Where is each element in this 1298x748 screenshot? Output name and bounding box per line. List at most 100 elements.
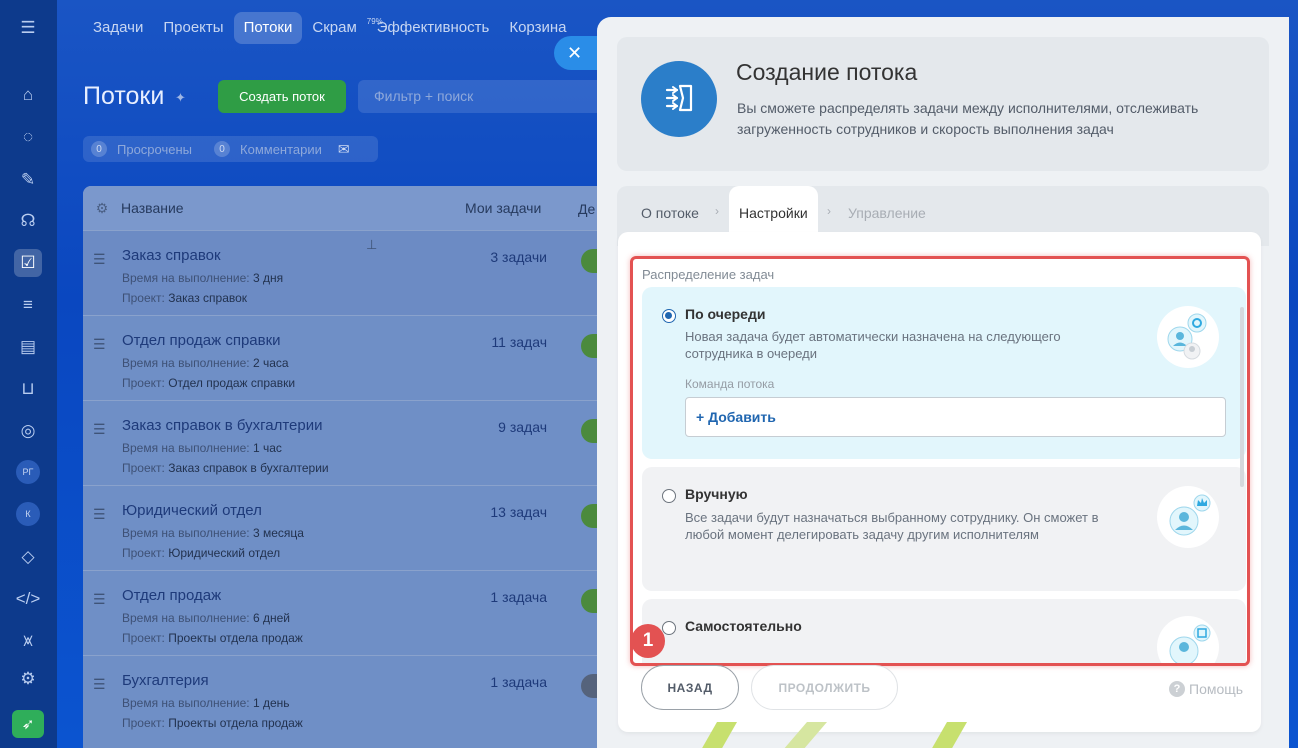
flow-project: Проект: Заказ справок [122, 291, 248, 305]
table-row[interactable]: ☰ ⊥ Заказ справок Время на выполнение: 3… [83, 230, 603, 315]
tab-scrum[interactable]: Скрам [302, 12, 366, 44]
tab-settings[interactable]: Настройки [729, 186, 818, 234]
robot-icon[interactable]: ☊ [14, 207, 42, 235]
close-icon: ✕ [567, 42, 583, 63]
rocket-icon[interactable]: ➶ [12, 710, 44, 738]
tab-tasks[interactable]: Задачи [83, 12, 153, 44]
back-button[interactable]: НАЗАД [641, 665, 739, 710]
drag-handle-icon[interactable]: ☰ [93, 251, 106, 268]
create-flow-button[interactable]: Создать поток [218, 80, 346, 113]
table-row[interactable]: ☰ Отдел продаж справки Время на выполнен… [83, 315, 603, 400]
tab-efficiency[interactable]: 79% Эффективность [367, 12, 500, 44]
flow-time: Время на выполнение: 1 час [122, 441, 282, 455]
table-row[interactable]: ☰ Юридический отдел Время на выполнение:… [83, 485, 603, 570]
flow-name[interactable]: Бухгалтерия [122, 672, 209, 689]
annotation-badge: 1 [631, 624, 665, 658]
flow-name[interactable]: Юридический отдел [122, 502, 262, 519]
radio-manual[interactable] [662, 489, 676, 503]
avatar-k[interactable]: К [16, 502, 40, 526]
option-queue[interactable]: По очереди Новая задача будет автоматиче… [642, 287, 1246, 459]
queue-illustration-icon [1157, 306, 1219, 368]
tab-label: Скрам [312, 19, 357, 36]
option-manual[interactable]: Вручную Все задачи будут назначаться выб… [642, 467, 1246, 591]
overdue-count: 0 [91, 141, 107, 157]
help-link[interactable]: ? Помощь [1169, 681, 1243, 697]
drag-handle-icon[interactable]: ☰ [93, 676, 106, 693]
grid-settings-icon[interactable]: ⚙ [83, 200, 121, 217]
flow-time: Время на выполнение: 1 день [122, 696, 290, 710]
flow-tasks-count[interactable]: 9 задач [498, 419, 547, 435]
comments-label[interactable]: Комментарии [240, 142, 322, 157]
tab-label: Проекты [163, 19, 224, 36]
column-name[interactable]: Название [121, 200, 465, 216]
pencil-icon[interactable]: ✎ [14, 166, 42, 194]
table-row[interactable]: ☰ Заказ справок в бухгалтерии Время на в… [83, 400, 603, 485]
pin-icon[interactable]: ✦ [175, 90, 186, 106]
settings-icon[interactable]: ⚙ [14, 665, 42, 693]
option-self[interactable]: Самостоятельно [642, 599, 1246, 663]
continue-button[interactable]: ПРОДОЛЖИТЬ [751, 665, 898, 710]
scrollbar-thumb[interactable] [1240, 307, 1244, 487]
flows-grid: ⚙ Название Мои задачи ☰ ⊥ Заказ справок … [83, 186, 603, 748]
flow-tasks-count[interactable]: 13 задач [490, 504, 547, 520]
tab-flows[interactable]: Потоки [233, 12, 303, 44]
funnel-icon[interactable]: ≡ [14, 291, 42, 319]
drag-handle-icon[interactable]: ☰ [93, 506, 106, 523]
tab-management[interactable]: Управление [848, 186, 926, 234]
help-label: Помощь [1189, 681, 1244, 697]
slider-title: Создание потока [736, 59, 918, 85]
top-tabs: Задачи Проекты Потоки Скрам 79% Эффективн… [83, 12, 576, 44]
annotation-frame: Распределение задач По очереди Новая зад… [630, 256, 1250, 666]
manual-illustration-icon [1157, 486, 1219, 548]
drag-handle-icon[interactable]: ☰ [93, 336, 106, 353]
table-row[interactable]: ☰ Отдел продаж Время на выполнение: 6 дн… [83, 570, 603, 655]
home-icon[interactable]: ⌂ [14, 81, 42, 109]
filter-search-input[interactable]: Фильтр + поиск [358, 80, 618, 113]
chat-bubble-icon[interactable]: ◌ [14, 123, 42, 151]
market-icon[interactable]: ⩙ [14, 627, 42, 655]
chevron-right-icon: › [715, 204, 719, 218]
flow-tasks-count[interactable]: 11 задач [491, 334, 547, 350]
column-deadline[interactable]: Де [578, 201, 595, 217]
tab-projects[interactable]: Проекты [153, 12, 233, 44]
option-title: По очереди [685, 306, 766, 322]
radio-queue[interactable] [662, 309, 676, 323]
cube-icon[interactable]: ◇ [14, 543, 42, 571]
menu-icon[interactable]: ☰ [14, 14, 42, 42]
left-navigation-rail: ☰ ⌂ ◌ ✎ ☊ ☑ ≡ ▤ ⊔ ◎ РГ К ◇ </> ⩙ ⚙ ➶ [0, 0, 57, 748]
chevron-right-icon: › [827, 204, 831, 218]
flow-project: Проект: Юридический отдел [122, 546, 281, 560]
column-my-tasks[interactable]: Мои задачи [465, 200, 565, 216]
flow-tasks-count[interactable]: 1 задача [490, 674, 547, 690]
add-team-member-field[interactable]: + Добавить [685, 397, 1226, 437]
drag-handle-icon[interactable]: ☰ [93, 421, 106, 438]
tab-about-flow[interactable]: О потоке [641, 186, 699, 234]
code-icon[interactable]: </> [14, 585, 42, 613]
table-row[interactable]: ☰ Бухгалтерия Время на выполнение: 1 ден… [83, 655, 603, 740]
option-description: Новая задача будет автоматически назначе… [685, 329, 1061, 361]
drag-handle-icon[interactable]: ☰ [93, 591, 106, 608]
pin-icon[interactable]: ⊥ [366, 237, 377, 253]
flow-name[interactable]: Отдел продаж справки [122, 332, 281, 349]
flow-name[interactable]: Заказ справок в бухгалтерии [122, 417, 322, 434]
radio-self[interactable] [662, 621, 676, 635]
overdue-label[interactable]: Просрочены [117, 142, 192, 157]
avatar-rg[interactable]: РГ [16, 460, 40, 484]
flow-name[interactable]: Заказ справок [122, 247, 221, 264]
tab-label: Корзина [509, 19, 567, 36]
flow-tasks-count[interactable]: 1 задача [490, 589, 547, 605]
cart-icon[interactable]: ⊔ [14, 375, 42, 403]
flow-logo-icon [641, 61, 717, 137]
tasks-icon[interactable]: ☑ [14, 249, 42, 277]
chat-check-icon[interactable]: ✉ [338, 141, 350, 158]
counters-bar: 0 Просрочены 0 Комментарии ✉ [83, 136, 378, 162]
flow-project: Проект: Отдел продаж справки [122, 376, 296, 390]
tab-label: Потоки [243, 19, 293, 36]
flow-tasks-count[interactable]: 3 задачи [490, 249, 547, 265]
document-icon[interactable]: ▤ [14, 333, 42, 361]
option-title: Самостоятельно [685, 618, 802, 634]
flow-time: Время на выполнение: 3 дня [122, 271, 284, 285]
flow-name[interactable]: Отдел продаж [122, 587, 221, 604]
grid-header: ⚙ Название Мои задачи [83, 186, 603, 230]
target-icon[interactable]: ◎ [14, 417, 42, 445]
